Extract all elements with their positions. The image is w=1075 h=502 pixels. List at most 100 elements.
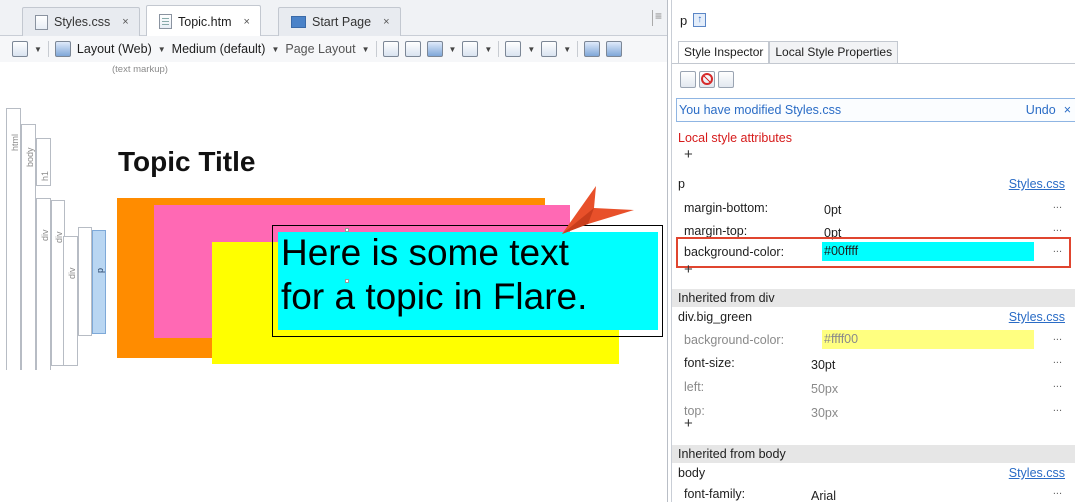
more-options-button[interactable]: ...: [1053, 222, 1062, 234]
show-tags-icon[interactable]: [426, 41, 443, 57]
property-value[interactable]: 30pt: [809, 356, 835, 375]
toolbar-separator: [47, 41, 49, 57]
property-name: margin-top:: [684, 224, 748, 238]
tab-style-inspector[interactable]: Style Inspector: [678, 41, 770, 63]
chevron-down-icon[interactable]: ▼: [271, 45, 279, 54]
property-value[interactable]: Arial: [809, 487, 836, 502]
property-row: background-color: #ffff00 ...: [672, 330, 1075, 350]
property-value[interactable]: 50px: [809, 380, 838, 399]
modified-notice: You have modified Styles.css: [679, 103, 842, 117]
structure-bar-div-inner[interactable]: [78, 227, 92, 336]
topic-title[interactable]: Topic Title: [118, 146, 255, 178]
structure-bar-html[interactable]: html: [6, 108, 21, 370]
paragraph-line: Here is some text: [281, 232, 569, 273]
structure-label: h1: [40, 170, 50, 181]
tab-overflow-icon[interactable]: [652, 9, 662, 26]
property-value-swatch[interactable]: #ffff00: [822, 330, 1034, 349]
page-layout-dropdown[interactable]: Page Layout: [285, 42, 355, 56]
add-local-attribute-icon[interactable]: +: [684, 146, 693, 163]
tab-label: Styles.css: [54, 15, 111, 29]
close-icon[interactable]: ×: [122, 16, 128, 28]
close-icon[interactable]: ×: [244, 16, 250, 28]
zoom-icon[interactable]: [12, 41, 28, 57]
structure-bar-div[interactable]: div: [63, 236, 78, 366]
chevron-down-icon[interactable]: ▼: [362, 45, 370, 54]
start-page-icon: [291, 16, 306, 28]
css-file-icon: [35, 14, 48, 30]
stylesheet-link[interactable]: Styles.css: [1009, 466, 1065, 480]
more-options-button[interactable]: ...: [1053, 378, 1062, 390]
more-options-button[interactable]: ...: [1053, 485, 1062, 497]
add-property-icon[interactable]: +: [684, 261, 693, 278]
toolbar-separator: [577, 41, 579, 57]
page-file-icon: [159, 14, 172, 29]
text-format-icon[interactable]: [541, 41, 558, 57]
stylesheet-link[interactable]: Styles.css: [1009, 310, 1065, 324]
editor-pane: Styles.css × Topic.htm × Start Page × ▼ …: [0, 0, 668, 502]
medium-dropdown[interactable]: Medium (default): [172, 42, 266, 56]
modified-notice-bar: You have modified Styles.css Undo ×: [676, 98, 1075, 122]
close-icon[interactable]: ×: [383, 16, 389, 28]
chevron-down-icon[interactable]: ▼: [484, 45, 492, 54]
add-property-icon[interactable]: +: [684, 415, 693, 432]
chevron-down-icon[interactable]: ▼: [527, 45, 535, 54]
more-options-button[interactable]: ...: [1053, 331, 1062, 343]
selection-handle[interactable]: [345, 228, 349, 232]
prohibit-icon[interactable]: [699, 71, 715, 88]
property-name: font-family:: [684, 487, 746, 501]
edit-stylesheet-icon[interactable]: [718, 71, 734, 88]
inherited-from-div-header: Inherited from div: [672, 289, 1075, 307]
selection-handle[interactable]: [345, 279, 349, 283]
property-name: margin-bottom:: [684, 201, 769, 215]
property-row: margin-bottom: 0pt ...: [672, 198, 1075, 218]
editor-toolbar: ▼ Layout (Web) ▼ Medium (default) ▼ Page…: [0, 36, 667, 62]
tab-start-page[interactable]: Start Page ×: [278, 7, 401, 36]
structure-bar-body[interactable]: body: [21, 124, 36, 370]
text-markup-label: (text markup): [112, 64, 168, 75]
selector-body: body: [678, 466, 706, 480]
style-inspector-pane: p ↑ Style Inspector Local Style Properti…: [671, 0, 1075, 502]
markers-icon[interactable]: [505, 41, 522, 57]
structure-bar-h1[interactable]: h1: [36, 138, 51, 186]
chevron-down-icon[interactable]: ▼: [563, 45, 571, 54]
tab-local-style-properties[interactable]: Local Style Properties: [769, 41, 899, 63]
callout-pointer-icon: [562, 186, 634, 234]
structure-label: div: [67, 267, 77, 279]
paragraph-line: for a topic in Flare.: [281, 276, 588, 317]
document-icon[interactable]: [680, 71, 696, 88]
element-label: p: [680, 12, 688, 28]
structure-bar-div[interactable]: div: [36, 198, 51, 370]
more-options-button[interactable]: ...: [1053, 402, 1062, 414]
preview-icon[interactable]: [382, 41, 399, 57]
close-icon[interactable]: ×: [1064, 103, 1071, 117]
highlight-box: [676, 237, 1071, 268]
local-style-attributes-label: Local style attributes: [678, 131, 792, 145]
property-value[interactable]: 0pt: [822, 201, 841, 220]
pin-icon[interactable]: ↑: [693, 13, 707, 27]
chevron-down-icon[interactable]: ▼: [449, 45, 457, 54]
structure-bar-p[interactable]: p: [92, 230, 106, 334]
print-preview-icon[interactable]: [404, 41, 421, 57]
layout-dropdown[interactable]: Layout (Web): [77, 42, 152, 56]
chevron-down-icon[interactable]: ▼: [34, 45, 42, 54]
show-blocks-icon[interactable]: [462, 41, 479, 57]
document-tab-bar: Styles.css × Topic.htm × Start Page ×: [0, 0, 667, 37]
more-options-button[interactable]: ...: [1053, 354, 1062, 366]
inspector-toolbar: [680, 71, 734, 88]
property-value[interactable]: 30px: [809, 404, 838, 423]
paragraph-text[interactable]: Here is some text for a topic in Flare.: [281, 231, 587, 319]
undo-link[interactable]: Undo: [1026, 103, 1056, 117]
chevron-down-icon[interactable]: ▼: [158, 45, 166, 54]
tab-topic-htm[interactable]: Topic.htm ×: [146, 5, 261, 37]
condition-icon[interactable]: [606, 41, 623, 57]
tab-styles-css[interactable]: Styles.css ×: [22, 7, 140, 36]
property-name: font-size:: [684, 356, 735, 370]
toolbar-separator: [498, 41, 500, 57]
inspector-tabs: Style Inspector Local Style Properties: [678, 41, 899, 63]
stylesheet-link[interactable]: Styles.css: [1009, 177, 1065, 191]
structure-label: html: [10, 133, 20, 151]
inspector-header: p ↑: [672, 10, 1075, 30]
index-icon[interactable]: [584, 41, 601, 57]
selector-p: p: [678, 177, 685, 191]
more-options-button[interactable]: ...: [1053, 199, 1062, 211]
